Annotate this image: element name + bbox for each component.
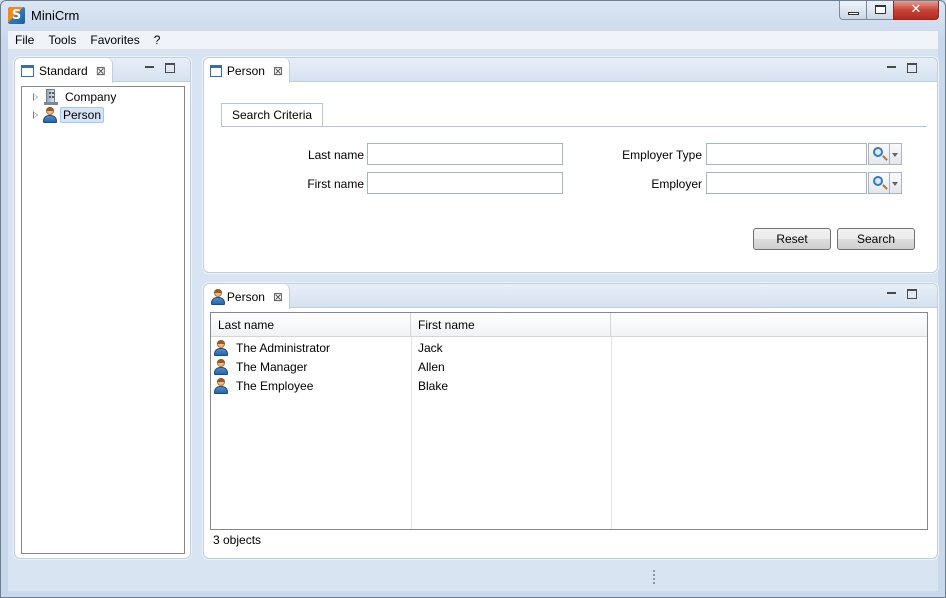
- reset-button[interactable]: Reset: [753, 228, 831, 250]
- menu-favorites[interactable]: Favorites: [83, 31, 146, 50]
- cell-last-name: The Administrator: [236, 341, 331, 355]
- employer-lookup-button[interactable]: [868, 172, 890, 194]
- close-icon: ✕: [910, 1, 922, 16]
- table-row[interactable]: The Administrator Jack: [211, 339, 927, 358]
- window-controls: ✕: [839, 1, 939, 21]
- maximize-panel-icon[interactable]: [907, 289, 917, 299]
- menu-bar: File Tools Favorites ?: [8, 31, 938, 50]
- building-icon: [44, 89, 58, 105]
- employer-type-dropdown-arrow[interactable]: [890, 143, 902, 165]
- expand-arrow-icon[interactable]: [33, 111, 38, 119]
- column-header-first-name[interactable]: First name: [411, 313, 611, 337]
- minimize-panel-icon[interactable]: [887, 63, 897, 73]
- search-button[interactable]: Search: [837, 228, 915, 250]
- title-bar[interactable]: S MiniCrm ✕: [1, 1, 945, 31]
- tree-node-company[interactable]: Company: [22, 88, 119, 106]
- outline-panel: Standard ⊠ Company Person: [14, 57, 191, 559]
- view-icon: [210, 64, 222, 77]
- table-panel-controls: [887, 289, 917, 299]
- table-row[interactable]: The Manager Allen: [211, 358, 927, 377]
- close-tab-icon[interactable]: ⊠: [96, 64, 106, 78]
- last-name-field[interactable]: [367, 143, 563, 165]
- person-icon: [213, 378, 229, 394]
- menu-help[interactable]: ?: [147, 31, 168, 50]
- person-icon: [42, 107, 58, 123]
- table-tabstrip: Person ⊠: [204, 284, 937, 309]
- outline-panel-controls: [145, 63, 175, 73]
- close-tab-icon[interactable]: ⊠: [273, 290, 283, 304]
- tab-standard[interactable]: Standard ⊠: [15, 58, 113, 83]
- workbench: Standard ⊠ Company Person Person ⊠ Searc…: [8, 50, 938, 591]
- menu-file[interactable]: File: [8, 31, 41, 50]
- tab-person-search[interactable]: Person ⊠: [204, 58, 290, 83]
- column-header-last-name[interactable]: Last name: [211, 313, 411, 337]
- employer-type-field[interactable]: [706, 143, 867, 165]
- table-panel: Person ⊠ Last name First name The Admini…: [203, 283, 938, 559]
- app-logo-icon: S: [8, 7, 25, 24]
- maximize-panel-icon[interactable]: [907, 63, 917, 73]
- outline-tabstrip: Standard ⊠: [15, 58, 190, 83]
- minimize-window-button[interactable]: [839, 1, 866, 20]
- tree-label-person: Person: [60, 107, 105, 123]
- tree-label-company: Company: [65, 90, 117, 104]
- outline-tree: Company Person: [21, 86, 185, 554]
- search-icon: [873, 176, 883, 186]
- minimize-panel-icon[interactable]: [887, 289, 897, 299]
- tree-node-person[interactable]: Person: [22, 106, 105, 124]
- cell-first-name: Allen: [418, 360, 445, 374]
- employer-type-lookup-button[interactable]: [868, 143, 890, 165]
- minimize-icon: [848, 12, 859, 15]
- person-icon: [213, 340, 229, 356]
- person-icon: [210, 288, 225, 305]
- close-window-button[interactable]: ✕: [893, 1, 939, 20]
- table-status: 3 objects: [213, 533, 262, 547]
- tab-person-table[interactable]: Person ⊠: [204, 284, 290, 309]
- view-icon: [21, 64, 34, 77]
- table-row[interactable]: The Employee Blake: [211, 377, 927, 396]
- app-window: S MiniCrm ✕ File Tools Favorites ? Stand…: [0, 0, 946, 598]
- person-icon: [213, 359, 229, 375]
- close-tab-icon[interactable]: ⊠: [273, 64, 283, 78]
- last-name-label: Last name: [307, 148, 364, 162]
- resize-grip-icon[interactable]: [653, 570, 655, 586]
- maximize-window-button[interactable]: [866, 1, 893, 20]
- minimize-panel-icon[interactable]: [145, 63, 155, 73]
- person-table: Last name First name The Administrator J…: [210, 312, 928, 530]
- employer-type-label: Employer Type: [622, 148, 702, 162]
- search-tabstrip: Person ⊠: [204, 58, 937, 83]
- cell-first-name: Blake: [418, 379, 449, 393]
- search-icon: [873, 147, 883, 157]
- group-box-divider: [221, 126, 927, 127]
- tab-label: Person: [226, 289, 265, 304]
- tab-label: Person: [226, 63, 265, 78]
- first-name-label: First name: [307, 177, 364, 191]
- maximize-icon: [875, 5, 886, 14]
- maximize-panel-icon[interactable]: [165, 63, 175, 73]
- cell-last-name: The Employee: [236, 379, 314, 393]
- tab-search-criteria[interactable]: Search Criteria: [221, 103, 324, 127]
- cell-first-name: Jack: [418, 341, 443, 355]
- employer-label: Employer: [651, 177, 702, 191]
- employer-field[interactable]: [706, 172, 867, 194]
- column-header-filler: [611, 313, 927, 337]
- employer-dropdown-arrow[interactable]: [890, 172, 902, 194]
- search-panel-controls: [887, 63, 917, 73]
- first-name-field[interactable]: [367, 172, 563, 194]
- search-form-panel: Person ⊠ Search Criteria Last name First…: [203, 57, 938, 273]
- expand-arrow-icon[interactable]: [33, 93, 38, 101]
- window-title: MiniCrm: [31, 8, 80, 23]
- menu-tools[interactable]: Tools: [41, 31, 83, 50]
- cell-last-name: The Manager: [236, 360, 308, 374]
- tab-label: Standard: [39, 63, 88, 78]
